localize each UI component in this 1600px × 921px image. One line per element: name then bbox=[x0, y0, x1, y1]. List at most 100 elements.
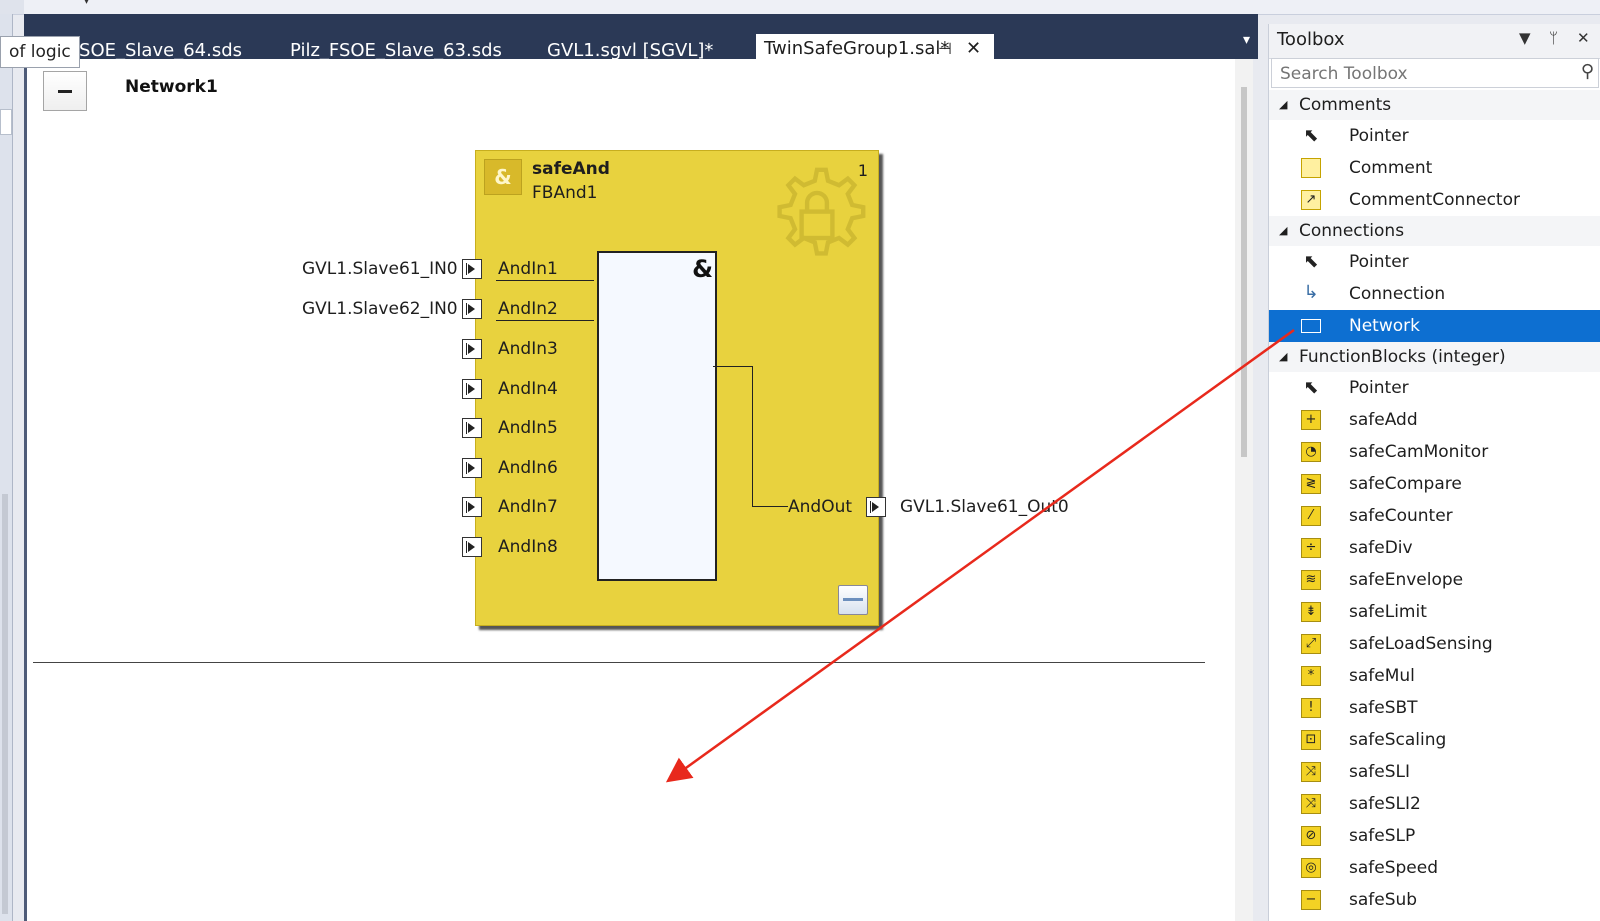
toolbox-item-safeadd[interactable]: + safeAdd bbox=[1269, 404, 1600, 436]
network-editor[interactable]: Network1 GVL1.Slave61_IN0 GVL1.Slave62_I… bbox=[24, 59, 1253, 921]
top-toolbar-strip: ▾ bbox=[0, 0, 1600, 15]
collapse-network-button[interactable] bbox=[43, 71, 87, 111]
left-panel-scrollbar[interactable] bbox=[2, 494, 8, 914]
tab-overflow-icon[interactable]: ▾ bbox=[1243, 32, 1250, 48]
toolbox-item-label: safeAdd bbox=[1349, 410, 1418, 430]
input-port-2[interactable] bbox=[462, 299, 482, 319]
toolbox-item-safeenvelope[interactable]: ≋ safeEnvelope bbox=[1269, 564, 1600, 596]
input-port-3[interactable] bbox=[462, 339, 482, 359]
toolbox-item-safescaling[interactable]: ⊡ safeScaling bbox=[1269, 724, 1600, 756]
safesub-icon: − bbox=[1301, 890, 1321, 910]
input-port-4[interactable] bbox=[462, 379, 482, 399]
safesli-icon: ⤨ bbox=[1301, 762, 1321, 782]
toolbox-item-safesub[interactable]: − safeSub bbox=[1269, 884, 1600, 916]
pointer-icon: ⬉ bbox=[1303, 251, 1319, 272]
output-wire-h2 bbox=[752, 506, 788, 507]
toolbox-item-safeloadsensing[interactable]: ⤢ safeLoadSensing bbox=[1269, 628, 1600, 660]
toolbox-item-label: safeSLI2 bbox=[1349, 794, 1421, 814]
toolbox-item-safelimit[interactable]: ⇟ safeLimit bbox=[1269, 596, 1600, 628]
toolbox-item-safemul[interactable]: * safeMul bbox=[1269, 660, 1600, 692]
toolbox-item-commentconnector[interactable]: ↗ CommentConnector bbox=[1269, 184, 1600, 216]
tab-label: Pilz_FSOE_Slave_63.sds bbox=[290, 40, 502, 61]
toolbox-panel: Toolbox ▼ ᛘ ✕ ⚲ ◢ Comments ⬉ Pointer Comment… bbox=[1268, 24, 1600, 921]
input-port-5[interactable] bbox=[462, 418, 482, 438]
safesli2-icon: ⤨ bbox=[1301, 794, 1321, 814]
toolbox-item-label: safeDiv bbox=[1349, 538, 1413, 558]
toolbox-item-label: safeCounter bbox=[1349, 506, 1453, 526]
gear-lock-watermark-icon bbox=[777, 167, 866, 256]
toolbox-item-pointer[interactable]: ⬉ Pointer bbox=[1269, 372, 1600, 404]
safespeed-icon: ◎ bbox=[1301, 858, 1321, 878]
category-label: FunctionBlocks (integer) bbox=[1299, 347, 1506, 367]
input-variable-1[interactable]: GVL1.Slave61_IN0 bbox=[302, 259, 458, 279]
pointer-icon: ⬉ bbox=[1303, 377, 1319, 398]
toolbox-item-label: CommentConnector bbox=[1349, 190, 1520, 210]
toolbox-item-pointer[interactable]: ⬉ Pointer bbox=[1269, 120, 1600, 152]
tooltip: of logic bbox=[0, 36, 80, 68]
toolbox-item-safeslp[interactable]: ⊘ safeSLP bbox=[1269, 820, 1600, 852]
left-panel-edge bbox=[0, 14, 13, 921]
collapse-triangle-icon[interactable]: ◢ bbox=[1279, 90, 1287, 120]
network-title: Network1 bbox=[125, 77, 218, 97]
left-panel-dropdown[interactable] bbox=[0, 109, 12, 135]
input-variable-2[interactable]: GVL1.Slave62_IN0 bbox=[302, 299, 458, 319]
toolbox-item-safecammonitor[interactable]: ◔ safeCamMonitor bbox=[1269, 436, 1600, 468]
tab-label: GVL1.sgvl [SGVL]* bbox=[547, 40, 714, 61]
toolbox-category-comments[interactable]: ◢ Comments bbox=[1269, 90, 1600, 120]
and-block-icon: & bbox=[484, 159, 522, 195]
input-port-7[interactable] bbox=[462, 497, 482, 517]
toolbar-dropdown-icon[interactable]: ▾ bbox=[84, 0, 89, 7]
function-block-safeand[interactable]: & safeAnd FBAnd1 1 & AndIn1 AndIn2 AndIn… bbox=[462, 150, 886, 626]
toolbox-item-pointer[interactable]: ⬉ Pointer bbox=[1269, 246, 1600, 278]
input-port-8[interactable] bbox=[462, 537, 482, 557]
safeloadsensing-icon: ⤢ bbox=[1301, 634, 1321, 654]
toolbox-item-label: Pointer bbox=[1349, 126, 1409, 146]
toolbox-item-network[interactable]: Network bbox=[1269, 310, 1600, 342]
network-icon bbox=[1301, 319, 1321, 333]
toolbox-category-connections[interactable]: ◢ Connections bbox=[1269, 216, 1600, 246]
toolbox-title: Toolbox bbox=[1277, 29, 1345, 50]
toolbox-search-box[interactable]: ⚲ bbox=[1271, 58, 1599, 88]
toolbox-item-comment[interactable]: Comment bbox=[1269, 152, 1600, 184]
pin-label-andin2: AndIn2 bbox=[498, 299, 558, 319]
toolbox-item-safecounter[interactable]: ⁄ safeCounter bbox=[1269, 500, 1600, 532]
minimize-block-button[interactable] bbox=[838, 585, 868, 615]
and-operator-symbol: & bbox=[692, 255, 713, 283]
category-label: Connections bbox=[1299, 221, 1405, 241]
search-icon[interactable]: ⚲ bbox=[1581, 61, 1594, 82]
comment-connector-icon: ↗ bbox=[1301, 190, 1321, 210]
toolbox-item-label: safeSBT bbox=[1349, 698, 1418, 718]
toolbox-item-connection[interactable]: ↳ Connection bbox=[1269, 278, 1600, 310]
pin-label-andin8: AndIn8 bbox=[498, 537, 558, 557]
output-variable[interactable]: GVL1.Slave61_Out0 bbox=[900, 497, 1069, 517]
toolbox-item-label: safeSub bbox=[1349, 890, 1418, 910]
input-port-6[interactable] bbox=[462, 458, 482, 478]
toolbox-item-safesli2[interactable]: ⤨ safeSLI2 bbox=[1269, 788, 1600, 820]
toolbox-item-safespeed[interactable]: ◎ safeSpeed bbox=[1269, 852, 1600, 884]
dropdown-icon[interactable]: ▼ bbox=[1519, 29, 1531, 47]
collapse-triangle-icon[interactable]: ◢ bbox=[1279, 342, 1287, 372]
toolbox-category-functionblocks-integer[interactable]: ◢ FunctionBlocks (integer) bbox=[1269, 342, 1600, 372]
toolbox-item-safesbt[interactable]: ! safeSBT bbox=[1269, 692, 1600, 724]
scrollbar-thumb[interactable] bbox=[1241, 87, 1247, 457]
editor-vertical-scrollbar[interactable] bbox=[1235, 59, 1253, 921]
pin-icon[interactable]: ᛘ bbox=[1549, 29, 1558, 47]
safecounter-icon: ⁄ bbox=[1301, 506, 1321, 526]
document-tab-bar: FSOE_Slave_64.sds Pilz_FSOE_Slave_63.sds… bbox=[24, 14, 1258, 67]
toolbox-item-safediv[interactable]: ÷ safeDiv bbox=[1269, 532, 1600, 564]
toolbox-item-safecompare[interactable]: ≷ safeCompare bbox=[1269, 468, 1600, 500]
output-port[interactable] bbox=[866, 497, 886, 517]
tab-label: FSOE_Slave_64.sds bbox=[69, 40, 242, 61]
close-icon[interactable]: ✕ bbox=[1577, 29, 1590, 47]
input-port-1[interactable] bbox=[462, 259, 482, 279]
toolbox-item-label: safeSLP bbox=[1349, 826, 1416, 846]
toolbox-search-input[interactable] bbox=[1278, 62, 1572, 86]
toolbox-item-safesli[interactable]: ⤨ safeSLI bbox=[1269, 756, 1600, 788]
tab-label: TwinSafeGroup1.sal* bbox=[764, 38, 950, 59]
toolbox-item-label: safeCompare bbox=[1349, 474, 1462, 494]
pin-label-andin1: AndIn1 bbox=[498, 259, 558, 279]
toolbox-item-label: Connection bbox=[1349, 284, 1446, 304]
connected-pin-line-2 bbox=[496, 320, 594, 321]
pointer-icon: ⬉ bbox=[1303, 125, 1319, 146]
collapse-triangle-icon[interactable]: ◢ bbox=[1279, 216, 1287, 246]
